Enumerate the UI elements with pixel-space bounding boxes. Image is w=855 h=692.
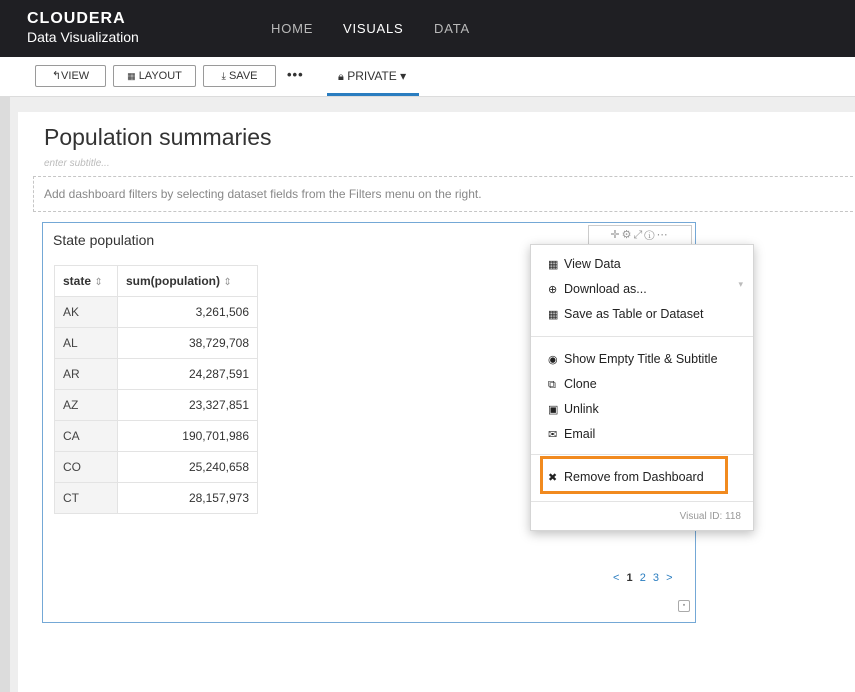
population-cell: 28,157,973 [117, 482, 258, 514]
download-icon: ⊕ [548, 284, 558, 296]
dashboard-subtitle-input[interactable]: enter subtitle... [44, 158, 110, 169]
menu-item-show-empty-title[interactable]: ◉ Show Empty Title & Subtitle [548, 349, 718, 369]
pager-page-3[interactable]: 3 [653, 572, 659, 584]
sparkle-icon[interactable]: ✛ [610, 229, 621, 241]
population-cell: 23,327,851 [117, 389, 258, 421]
layout-button[interactable]: ▦ LAYOUT [113, 65, 196, 87]
table-row: CO 25,240,658 [54, 451, 258, 483]
save-label: SAVE [228, 70, 258, 82]
population-cell: 190,701,986 [117, 420, 258, 452]
state-cell: CA [54, 420, 118, 452]
brand-product: Data Visualization [27, 29, 139, 45]
dashboard-filters-area[interactable]: Add dashboard filters by selecting datas… [33, 176, 855, 212]
table-row: AL 38,729,708 [54, 327, 258, 359]
privacy-dropdown[interactable]: 🔒︎ PRIVATE ▾ [338, 65, 406, 88]
pager-page-1[interactable]: 1 [627, 572, 633, 584]
state-cell: CO [54, 451, 118, 483]
clone-icon: ⧉ [548, 379, 556, 391]
save-icon: ⤓ [221, 71, 226, 82]
layout-label: LAYOUT [138, 70, 182, 82]
highlight-box [540, 456, 728, 494]
state-cell: AZ [54, 389, 118, 421]
table-row: CT 28,157,973 [54, 482, 258, 514]
menu-item-unlink[interactable]: ▣ Unlink [548, 399, 599, 419]
pagination: < 1 2 3 > [613, 572, 673, 584]
brand-name: CLOUDERA [27, 10, 126, 27]
menu-item-view-data[interactable]: ▦ View Data [548, 254, 621, 274]
column-header-population[interactable]: sum(population) ⇕ [117, 265, 258, 297]
more-options-button[interactable]: ••• [287, 65, 304, 85]
expand-icon[interactable]: ⤢ [633, 229, 644, 241]
data-table: state ⇕ sum(population) ⇕ AK 3,261,506 AL… [54, 265, 258, 514]
visual-action-icons: ✛⚙⤢ⓘ⋯ [588, 225, 692, 245]
brand-logo[interactable]: CLOUDERA Data Visualization [27, 10, 139, 46]
menu-divider [531, 454, 753, 455]
menu-divider [531, 501, 753, 502]
table-header-row: state ⇕ sum(population) ⇕ [54, 265, 258, 297]
visual-context-menu: ▦ View Data ⊕ Download as... ▾ ▦ Save as Ta… [530, 244, 754, 531]
gear-icon[interactable]: ⚙ [622, 229, 634, 241]
top-navbar: CLOUDERA Data Visualization HOME VISUALS… [0, 0, 855, 57]
pager-prev[interactable]: < [613, 572, 619, 584]
state-cell: AR [54, 358, 118, 390]
sort-icon[interactable]: ⇕ [94, 277, 102, 288]
menu-item-download-as[interactable]: ⊕ Download as... [548, 279, 647, 299]
more-icon[interactable]: ⋯ [657, 229, 670, 241]
state-cell: CT [54, 482, 118, 514]
column-header-state[interactable]: state ⇕ [54, 265, 118, 297]
nav-visuals[interactable]: VISUALS [343, 0, 404, 57]
table-row: AR 24,287,591 [54, 358, 258, 390]
menu-divider [531, 336, 753, 337]
visual-id-label: Visual ID: 118 [679, 511, 741, 522]
population-cell: 38,729,708 [117, 327, 258, 359]
info-icon[interactable]: ⓘ [644, 229, 656, 241]
lock-icon: 🔒︎ [338, 71, 344, 83]
state-cell: AL [54, 327, 118, 359]
layout-icon: ▦ [127, 71, 136, 81]
sort-icon[interactable]: ⇕ [223, 277, 231, 288]
menu-item-save-as-table[interactable]: ▦ Save as Table or Dataset [548, 304, 703, 324]
eye-icon: ◉ [548, 354, 558, 366]
state-cell: AK [54, 296, 118, 328]
menu-item-clone[interactable]: ⧉ Clone [548, 374, 597, 394]
menu-item-email[interactable]: ✉ Email [548, 424, 595, 444]
nav-home[interactable]: HOME [271, 0, 313, 57]
table-row: AZ 23,327,851 [54, 389, 258, 421]
table-icon: ▦ [548, 309, 559, 321]
population-cell: 24,287,591 [117, 358, 258, 390]
dashboard-title[interactable]: Population summaries [44, 124, 272, 151]
pager-page-2[interactable]: 2 [640, 572, 646, 584]
privacy-active-indicator [327, 93, 419, 96]
pager-next[interactable]: > [666, 572, 672, 584]
table-row: AK 3,261,506 [54, 296, 258, 328]
population-cell: 25,240,658 [117, 451, 258, 483]
left-gutter [0, 97, 10, 692]
chevron-down-icon: ▾ [738, 279, 743, 289]
table-icon: ▦ [548, 259, 559, 271]
privacy-label: PRIVATE ▾ [347, 69, 407, 83]
envelope-icon: ✉ [548, 429, 558, 441]
view-button[interactable]: ↰VIEW [35, 65, 106, 87]
resize-handle-icon[interactable]: ▪ [678, 600, 690, 612]
nav-data[interactable]: DATA [434, 0, 470, 57]
unlink-icon: ▣ [548, 404, 559, 416]
population-cell: 3,261,506 [117, 296, 258, 328]
visual-title[interactable]: State population [53, 232, 154, 248]
dashboard-toolbar: ↰VIEW ▦ LAYOUT ⤓ SAVE ••• 🔒︎ PRIVATE ▾ [0, 57, 855, 97]
save-button[interactable]: ⤓ SAVE [203, 65, 276, 87]
table-row: CA 190,701,986 [54, 420, 258, 452]
